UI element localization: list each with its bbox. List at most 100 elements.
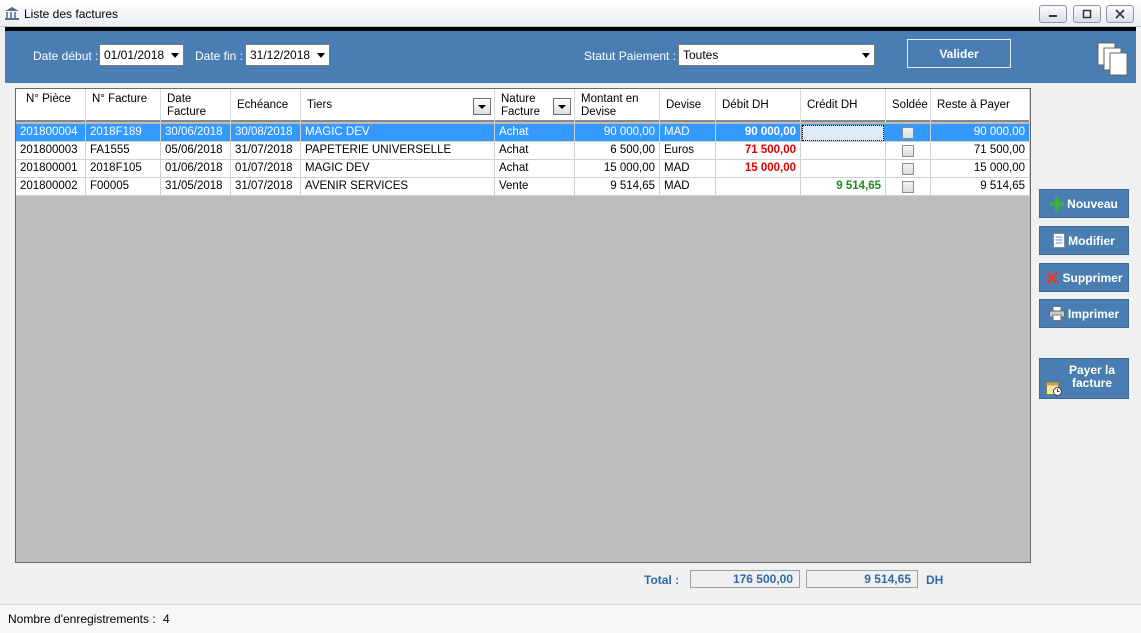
cell-debit [716,178,801,196]
nature-filter-dropdown-icon[interactable] [553,98,571,115]
cell-echeance: 31/07/2018 [231,178,301,196]
col-header-date[interactable]: Date Facture [161,89,231,122]
chevron-down-icon [862,53,870,58]
statut-paiement-select[interactable]: Toutes [678,44,875,66]
invoice-grid[interactable]: N° Pièce N° Facture Date Facture Echéanc… [15,88,1031,563]
cell-tiers: PAPETERIE UNIVERSELLE [301,142,495,160]
table-row[interactable]: 201800004 2018F189 30/06/2018 30/08/2018… [16,124,1030,142]
cell-debit: 15 000,00 [716,160,801,178]
total-debit: 176 500,00 [690,570,800,588]
printer-icon [1048,306,1065,321]
cell-credit [801,142,886,160]
maximize-button[interactable] [1073,5,1101,23]
col-header-nature[interactable]: Nature Facture [495,89,575,122]
valider-button[interactable]: Valider [907,39,1011,68]
supprimer-label: Supprimer [1062,270,1123,285]
cell-debit: 90 000,00 [716,124,801,142]
cell-nature: Vente [495,178,575,196]
supprimer-button[interactable]: Supprimer [1039,263,1129,292]
cell-montant: 9 514,65 [575,178,660,196]
imprimer-button[interactable]: Imprimer [1039,299,1129,328]
close-button[interactable] [1106,5,1134,23]
cell-piece: 201800001 [16,160,86,178]
table-row[interactable]: 201800001 2018F105 01/06/2018 01/07/2018… [16,160,1030,178]
col-header-tiers[interactable]: Tiers [301,89,495,122]
cell-credit-focused[interactable] [802,125,884,141]
minimize-icon [1049,15,1057,17]
cell-tiers: MAGIC DEV [301,124,495,142]
col-header-reste[interactable]: Reste à Payer [931,89,1030,122]
cell-facture: 2018F189 [86,124,161,142]
window-title: Liste des factures [24,7,119,21]
minimize-button[interactable] [1039,5,1067,23]
table-row[interactable]: 201800002 F00005 31/05/2018 31/07/2018 A… [16,178,1030,196]
copy-documents-icon[interactable] [1095,41,1131,77]
status-bar: Nombre d'enregistrements : 4 [0,604,1141,633]
cell-piece: 201800003 [16,142,86,160]
record-count-value: 4 [163,612,170,626]
date-debut-value: 01/01/2018 [104,48,165,62]
cell-montant: 90 000,00 [575,124,660,142]
plus-icon [1050,196,1065,211]
bank-icon [5,7,19,20]
col-header-nature-label: Nature Facture [501,93,540,118]
cell-piece: 201800004 [16,124,86,142]
col-header-devise[interactable]: Devise [660,89,716,122]
nouveau-label: Nouveau [1067,196,1118,211]
modifier-button[interactable]: Modifier [1039,226,1129,255]
soldee-checkbox[interactable] [902,145,914,157]
cell-echeance: 30/08/2018 [231,124,301,142]
cell-date: 31/05/2018 [161,178,231,196]
col-header-montant[interactable]: Montant en Devise [575,89,660,122]
modifier-label: Modifier [1068,233,1115,248]
soldee-checkbox[interactable] [902,163,914,175]
cell-nature: Achat [495,142,575,160]
record-count-label: Nombre d'enregistrements : 4 [8,612,170,626]
cell-devise: MAD [660,124,716,142]
col-header-piece[interactable]: N° Pièce [16,89,86,122]
statut-paiement-value: Toutes [683,48,719,62]
cell-nature: Achat [495,124,575,142]
cell-devise: MAD [660,178,716,196]
filter-bar: Date début : 01/01/2018 Date fin : 31/12… [5,27,1136,83]
cell-tiers: AVENIR SERVICES [301,178,495,196]
cell-nature: Achat [495,160,575,178]
date-fin-label: Date fin : [195,49,244,63]
col-header-debit[interactable]: Débit DH [716,89,801,122]
tiers-filter-dropdown-icon[interactable] [473,98,491,115]
window-titlebar: Liste des factures [0,0,1141,27]
payer-facture-button[interactable]: Payer la facture [1039,358,1129,399]
delete-x-icon [1046,271,1059,284]
col-header-soldee[interactable]: Soldée [886,89,931,122]
cell-reste: 71 500,00 [931,142,1030,160]
total-label: Total : [644,573,680,587]
payer-facture-label: Payer la facture [1068,363,1116,390]
cell-reste: 9 514,65 [931,178,1030,196]
col-header-credit[interactable]: Crédit DH [801,89,886,122]
nouveau-button[interactable]: Nouveau [1039,189,1129,218]
record-count-text: Nombre d'enregistrements : [8,612,156,626]
total-currency: DH [926,573,944,587]
cell-facture: 2018F105 [86,160,161,178]
cell-date: 30/06/2018 [161,124,231,142]
table-row[interactable]: 201800003 FA1555 05/06/2018 31/07/2018 P… [16,142,1030,160]
cell-credit: 9 514,65 [801,178,886,196]
date-debut-label: Date début : [33,49,99,63]
soldee-checkbox[interactable] [902,181,914,193]
col-header-echeance[interactable]: Echéance [231,89,301,122]
date-debut-picker[interactable]: 01/01/2018 [99,44,184,66]
document-edit-icon [1053,233,1066,248]
chevron-down-icon [171,53,179,58]
cell-montant: 15 000,00 [575,160,660,178]
date-fin-value: 31/12/2018 [250,48,311,62]
cell-devise: Euros [660,142,716,160]
col-header-facture[interactable]: N° Facture [86,89,161,122]
date-fin-picker[interactable]: 31/12/2018 [245,44,330,66]
statut-paiement-label: Statut Paiement : [584,49,677,63]
cell-reste: 15 000,00 [931,160,1030,178]
cell-soldee [886,178,931,196]
cell-echeance: 31/07/2018 [231,142,301,160]
soldee-checkbox[interactable] [902,127,914,139]
cell-tiers: MAGIC DEV [301,160,495,178]
grid-header: N° Pièce N° Facture Date Facture Echéanc… [16,89,1030,122]
